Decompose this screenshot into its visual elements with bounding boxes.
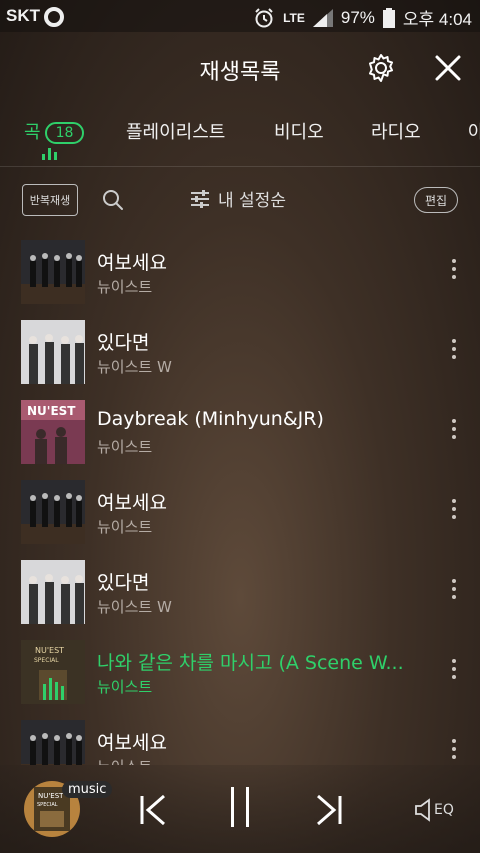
next-icon[interactable]	[314, 793, 344, 827]
track-title: Daybreak (Minhyun&JR)	[97, 408, 324, 430]
clock: 오후 4:04	[402, 10, 472, 29]
battery-icon	[382, 7, 395, 28]
signal-icon	[312, 8, 333, 27]
track-title: 있다면	[97, 332, 150, 354]
track-row-now-playing[interactable]: NU'EST SPECIAL 나와 같은 차를 마시고 (A Scene W..…	[0, 632, 480, 712]
tab-songs[interactable]: 곡 18	[24, 118, 85, 144]
track-artist: 뉴이스트	[97, 518, 153, 536]
more-options-icon[interactable]	[446, 579, 462, 605]
track-title: 여보세요	[97, 732, 167, 754]
sort-label: 내 설정순	[218, 191, 286, 211]
track-title: 있다면	[97, 572, 150, 594]
track-artist: 뉴이스트	[97, 438, 153, 456]
track-title: 여보세요	[97, 492, 167, 514]
track-row[interactable]: 여보세요 뉴이스트	[0, 472, 480, 552]
carrier-label: SKT	[6, 6, 40, 25]
playlist-header: 재생목록	[0, 32, 480, 102]
track-row[interactable]: 여보세요 뉴이스트	[0, 712, 480, 765]
album-art	[21, 240, 85, 304]
track-row[interactable]: NU'EST Daybreak (Minhyun&JR) 뉴이스트	[0, 392, 480, 472]
tab-playlists[interactable]: 플레이리스트	[126, 118, 225, 144]
track-artist: 뉴이스트 W	[97, 598, 172, 616]
more-options-icon[interactable]	[446, 739, 462, 765]
track-artist: 뉴이스트	[97, 278, 153, 296]
battery-percent: 97%	[340, 7, 375, 27]
svg-text:NU'EST: NU'EST	[27, 404, 76, 418]
now-playing-indicator-icon	[42, 148, 57, 160]
sliders-icon	[191, 189, 209, 208]
repeat-button[interactable]: 반복재생	[22, 184, 78, 216]
category-tabs: 곡 18 플레이리스트 비디오 라디오 아	[0, 102, 480, 167]
album-art	[21, 480, 85, 544]
more-options-icon[interactable]	[446, 659, 462, 685]
alarm-icon	[255, 7, 273, 27]
status-bar: SKT LTE 97% 오후 4:04	[0, 0, 480, 32]
track-title: 나와 같은 차를 마시고 (A Scene W...	[97, 652, 404, 674]
pause-icon[interactable]	[228, 785, 254, 829]
sync-icon	[44, 7, 64, 27]
track-list: 여보세요 뉴이스트 있다면 뉴이스트 W NU'EST Daybreak (Mi…	[0, 232, 480, 765]
album-art: NU'EST	[21, 400, 85, 464]
track-title: 여보세요	[97, 252, 167, 274]
page-title: 재생목록	[199, 60, 281, 85]
album-art	[21, 560, 85, 624]
status-right: LTE 97% 오후 4:04	[253, 5, 472, 30]
tab-more[interactable]: 아	[468, 118, 480, 144]
svg-text:NU'EST: NU'EST	[35, 646, 64, 655]
network-label: LTE	[283, 10, 305, 25]
track-row[interactable]: 있다면 뉴이스트 W	[0, 552, 480, 632]
track-artist: 뉴이스트 W	[97, 358, 172, 376]
more-options-icon[interactable]	[446, 499, 462, 525]
speaker-icon	[415, 798, 430, 822]
svg-text:SPECIAL: SPECIAL	[37, 802, 58, 808]
svg-text:NU'EST: NU'EST	[38, 792, 64, 800]
sort-button[interactable]: 내 설정순	[190, 186, 286, 211]
mini-player: NU'EST SPECIAL music EQ	[0, 765, 480, 853]
track-row[interactable]: 여보세요 뉴이스트	[0, 232, 480, 312]
track-artist: 뉴이스트	[97, 678, 153, 696]
music-service-tag: music	[62, 781, 113, 798]
svg-text:SPECIAL: SPECIAL	[34, 657, 59, 664]
close-icon[interactable]	[432, 52, 464, 84]
more-options-icon[interactable]	[446, 339, 462, 365]
eq-button[interactable]: EQ	[414, 797, 454, 823]
more-options-icon[interactable]	[446, 259, 462, 285]
track-row[interactable]: 있다면 뉴이스트 W	[0, 312, 480, 392]
gear-icon[interactable]	[365, 52, 397, 84]
list-toolbar: 반복재생 내 설정순 편집	[0, 166, 480, 232]
track-artist: 뉴이스트	[97, 756, 152, 765]
previous-icon[interactable]	[138, 793, 168, 827]
more-options-icon[interactable]	[446, 419, 462, 445]
tab-videos[interactable]: 비디오	[274, 118, 324, 144]
album-art	[21, 720, 85, 765]
tab-songs-label: 곡	[24, 122, 41, 143]
eq-label: EQ	[434, 802, 454, 818]
edit-button[interactable]: 편집	[414, 187, 458, 213]
tab-radio[interactable]: 라디오	[371, 118, 421, 144]
search-icon[interactable]	[101, 188, 125, 212]
album-art	[21, 320, 85, 384]
song-count-badge: 18	[44, 122, 85, 144]
album-art: NU'EST SPECIAL	[21, 640, 85, 704]
